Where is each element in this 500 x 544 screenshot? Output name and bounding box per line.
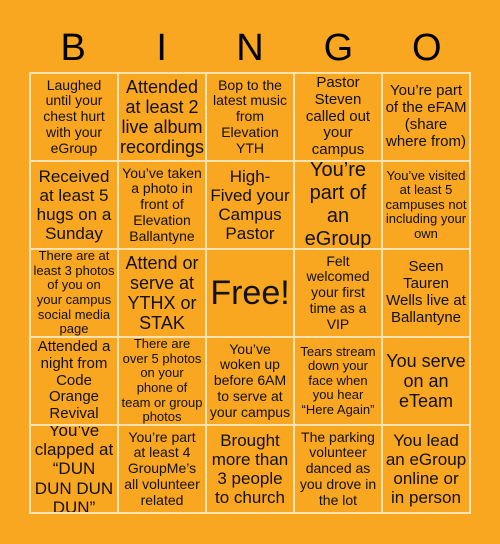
bingo-cell[interactable]: Seen Tauren Wells live at Ballantyne [382, 249, 470, 337]
bingo-cell[interactable]: You’re part of the eFAM (share where fro… [382, 73, 470, 161]
bingo-cell[interactable]: There are at least 3 photos of you on yo… [30, 249, 118, 337]
bingo-cell[interactable]: Attended a night from Code Orange Reviva… [30, 337, 118, 425]
header-letter-b: B [60, 27, 86, 69]
header-letter-i: I [156, 27, 167, 69]
bingo-cell[interactable]: You’re part of an eGroup [294, 161, 382, 249]
header-letter-g: G [323, 27, 354, 69]
bingo-cell[interactable]: Bop to the latest music from Elevation Y… [206, 73, 294, 161]
bingo-cell[interactable]: Attend or serve at YTHX or STAK [118, 249, 206, 337]
bingo-cell[interactable]: Brought more than 3 people to church [206, 425, 294, 513]
bingo-cell[interactable]: You’ve woken up before 6AM to serve at y… [206, 337, 294, 425]
bingo-cell[interactable]: You lead an eGroup online or in person [382, 425, 470, 513]
bingo-cell[interactable]: You serve on an eTeam [382, 337, 470, 425]
bingo-cell[interactable]: You’ve taken a photo in front of Elevati… [118, 161, 206, 249]
bingo-cell[interactable]: Attended at least 2 live album recording… [118, 73, 206, 161]
bingo-cell[interactable]: You’ve visited at least 5 campuses not i… [382, 161, 470, 249]
bingo-cell[interactable]: Laughed until your chest hurt with your … [30, 73, 118, 161]
header-letter-n: N [236, 27, 264, 69]
free-space[interactable]: Free! [206, 249, 294, 337]
bingo-cell[interactable]: The parking volunteer danced as you drov… [294, 425, 382, 513]
bingo-cell[interactable]: You’re part at least 4 GroupMe’s all vol… [118, 425, 206, 513]
bingo-cell[interactable]: Received at least 5 hugs on a Sunday [30, 161, 118, 249]
bingo-cell[interactable]: Tears stream down your face when you hea… [294, 337, 382, 425]
bingo-cell[interactable]: Felt welcomed your first time as a VIP [294, 249, 382, 337]
bingo-header: B I N G O [29, 28, 471, 68]
header-letter-o: O [412, 27, 442, 69]
bingo-cell[interactable]: Pastor Steven called out your campus [294, 73, 382, 161]
bingo-cell[interactable]: You’ve clapped at “DUN DUN DUN DUN” [30, 425, 118, 513]
bingo-board: Laughed until your chest hurt with your … [29, 72, 471, 514]
bingo-cell[interactable]: There are over 5 photos on your phone of… [118, 337, 206, 425]
bingo-cell[interactable]: High-Fived your Campus Pastor [206, 161, 294, 249]
